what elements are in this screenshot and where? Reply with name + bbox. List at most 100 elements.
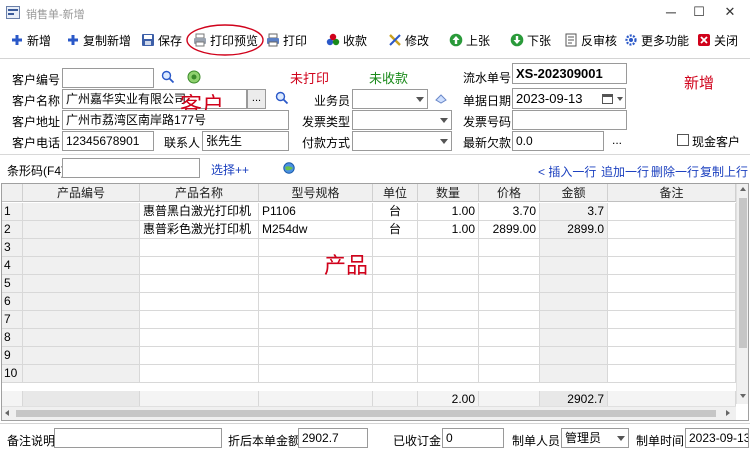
next-button[interactable]: 下张 bbox=[510, 28, 551, 52]
grid-cell-unit[interactable] bbox=[373, 347, 418, 365]
grid-cell-name[interactable] bbox=[140, 239, 259, 257]
vertical-scrollbar[interactable] bbox=[736, 184, 748, 404]
contact-field[interactable]: 张先生 bbox=[202, 131, 289, 151]
column-header[interactable]: 数量 bbox=[418, 184, 479, 202]
grid-cell-price[interactable] bbox=[479, 293, 540, 311]
salesman-select[interactable] bbox=[352, 89, 428, 109]
more-button[interactable]: 更多功能 bbox=[624, 28, 689, 52]
grid-cell-note[interactable] bbox=[608, 257, 736, 275]
grid-cell-qty[interactable] bbox=[418, 365, 479, 383]
scroll-left-icon[interactable] bbox=[5, 410, 9, 416]
grid-cell-amount[interactable]: 3.7 bbox=[540, 203, 608, 221]
grid-cell-price[interactable]: 2899.00 bbox=[479, 221, 540, 239]
grid-cell-model[interactable] bbox=[259, 311, 373, 329]
scroll-down-icon[interactable] bbox=[740, 394, 746, 398]
grid-cell-amount[interactable] bbox=[540, 275, 608, 293]
grid-cell-price[interactable]: 3.70 bbox=[479, 203, 540, 221]
grid-cell-amount[interactable]: 2899.0 bbox=[540, 221, 608, 239]
grid-cell-code[interactable] bbox=[23, 365, 140, 383]
grid-cell-note[interactable] bbox=[608, 203, 736, 221]
scroll-thumb[interactable] bbox=[739, 198, 747, 348]
grid-cell-amount[interactable] bbox=[540, 347, 608, 365]
grid-cell-code[interactable] bbox=[23, 203, 140, 221]
grid-cell-price[interactable] bbox=[479, 257, 540, 275]
maximize-button[interactable]: ☐ bbox=[688, 2, 710, 22]
grid-cell-amount[interactable] bbox=[540, 329, 608, 347]
minimize-button[interactable]: ─ bbox=[660, 2, 682, 22]
grid-cell-name[interactable] bbox=[140, 329, 259, 347]
grid-cell-amount[interactable] bbox=[540, 239, 608, 257]
grid-cell-unit[interactable]: 台 bbox=[373, 221, 418, 239]
customer-address-field[interactable]: 广州市荔湾区南岸路177号 bbox=[62, 110, 289, 130]
grid-cell-qty[interactable] bbox=[418, 311, 479, 329]
payment-select[interactable] bbox=[352, 131, 452, 151]
grid-cell-code[interactable] bbox=[23, 293, 140, 311]
grid-cell-note[interactable] bbox=[608, 239, 736, 257]
cash-customer-checkbox[interactable] bbox=[677, 134, 689, 146]
grid-cell-price[interactable] bbox=[479, 347, 540, 365]
grid-cell-note[interactable] bbox=[608, 329, 736, 347]
close-button[interactable]: 关闭 bbox=[697, 28, 738, 52]
grid-cell-model[interactable] bbox=[259, 329, 373, 347]
grid-cell-name[interactable] bbox=[140, 365, 259, 383]
column-header[interactable]: 型号规格 bbox=[259, 184, 373, 202]
grid-cell-note[interactable] bbox=[608, 365, 736, 383]
prev-button[interactable]: 上张 bbox=[449, 28, 490, 52]
grid-cell-code[interactable] bbox=[23, 239, 140, 257]
column-header[interactable]: 金额 bbox=[540, 184, 608, 202]
grid-cell-code[interactable] bbox=[23, 347, 140, 365]
unaudit-button[interactable]: 反审核 bbox=[564, 28, 617, 52]
search-icon[interactable] bbox=[161, 70, 175, 84]
grid-cell-note[interactable] bbox=[608, 347, 736, 365]
modify-button[interactable]: 修改 bbox=[388, 28, 429, 52]
grid-cell-qty[interactable] bbox=[418, 293, 479, 311]
grid-cell-amount[interactable] bbox=[540, 311, 608, 329]
grid-cell-note[interactable] bbox=[608, 311, 736, 329]
barcode-input[interactable] bbox=[62, 158, 200, 178]
grid-cell-name[interactable] bbox=[140, 311, 259, 329]
grid-cell-note[interactable] bbox=[608, 275, 736, 293]
grid-cell-qty[interactable] bbox=[418, 329, 479, 347]
grid-cell-model[interactable]: P1106 bbox=[259, 203, 373, 221]
grid-cell-unit[interactable] bbox=[373, 311, 418, 329]
grid-cell-model[interactable]: M254dw bbox=[259, 221, 373, 239]
serial-field[interactable]: XS-202309001 bbox=[512, 63, 627, 84]
grid-cell-qty[interactable]: 1.00 bbox=[418, 203, 479, 221]
grid-cell-code[interactable] bbox=[23, 257, 140, 275]
insert-row-link[interactable]: < 插入一行 bbox=[538, 163, 596, 180]
grid-cell-unit[interactable]: 台 bbox=[373, 203, 418, 221]
append-row-link[interactable]: 追加一行 bbox=[601, 163, 649, 180]
grid-cell-qty[interactable] bbox=[418, 239, 479, 257]
grid-cell-unit[interactable] bbox=[373, 275, 418, 293]
globe-icon[interactable] bbox=[283, 162, 295, 174]
grid-cell-name[interactable]: 惠普黑白激光打印机 bbox=[140, 203, 259, 221]
customer-phone-field[interactable]: 12345678901 bbox=[62, 131, 154, 151]
grid-cell-note[interactable] bbox=[608, 293, 736, 311]
grid-cell-code[interactable] bbox=[23, 275, 140, 293]
grid-cell-code[interactable] bbox=[23, 329, 140, 347]
delete-row-link[interactable]: 删除一行 bbox=[651, 163, 699, 180]
select-product-link[interactable]: 选择++ bbox=[211, 161, 249, 178]
grid-cell-unit[interactable] bbox=[373, 239, 418, 257]
close-window-button[interactable]: ✕ bbox=[719, 2, 741, 22]
grid-cell-qty[interactable] bbox=[418, 275, 479, 293]
date-picker[interactable]: 2023-09-13 bbox=[512, 88, 626, 109]
grid-cell-unit[interactable] bbox=[373, 293, 418, 311]
grid-cell-qty[interactable] bbox=[418, 257, 479, 275]
grid-cell-note[interactable] bbox=[608, 221, 736, 239]
grid-cell-code[interactable] bbox=[23, 221, 140, 239]
invoice-type-select[interactable] bbox=[352, 110, 452, 130]
new-button[interactable]: 新增 bbox=[10, 28, 51, 52]
save-button[interactable]: 保存 bbox=[141, 28, 182, 52]
grid-cell-name[interactable] bbox=[140, 275, 259, 293]
grid-cell-price[interactable] bbox=[479, 365, 540, 383]
grid-cell-amount[interactable] bbox=[540, 365, 608, 383]
grid-cell-model[interactable] bbox=[259, 347, 373, 365]
grid-cell-price[interactable] bbox=[479, 311, 540, 329]
grid-cell-amount[interactable] bbox=[540, 293, 608, 311]
grid-cell-unit[interactable] bbox=[373, 329, 418, 347]
collect-button[interactable]: 收款 bbox=[326, 28, 367, 52]
grid-cell-qty[interactable]: 1.00 bbox=[418, 221, 479, 239]
grid-cell-name[interactable]: 惠普彩色激光打印机 bbox=[140, 221, 259, 239]
scroll-h-thumb[interactable] bbox=[16, 410, 716, 417]
